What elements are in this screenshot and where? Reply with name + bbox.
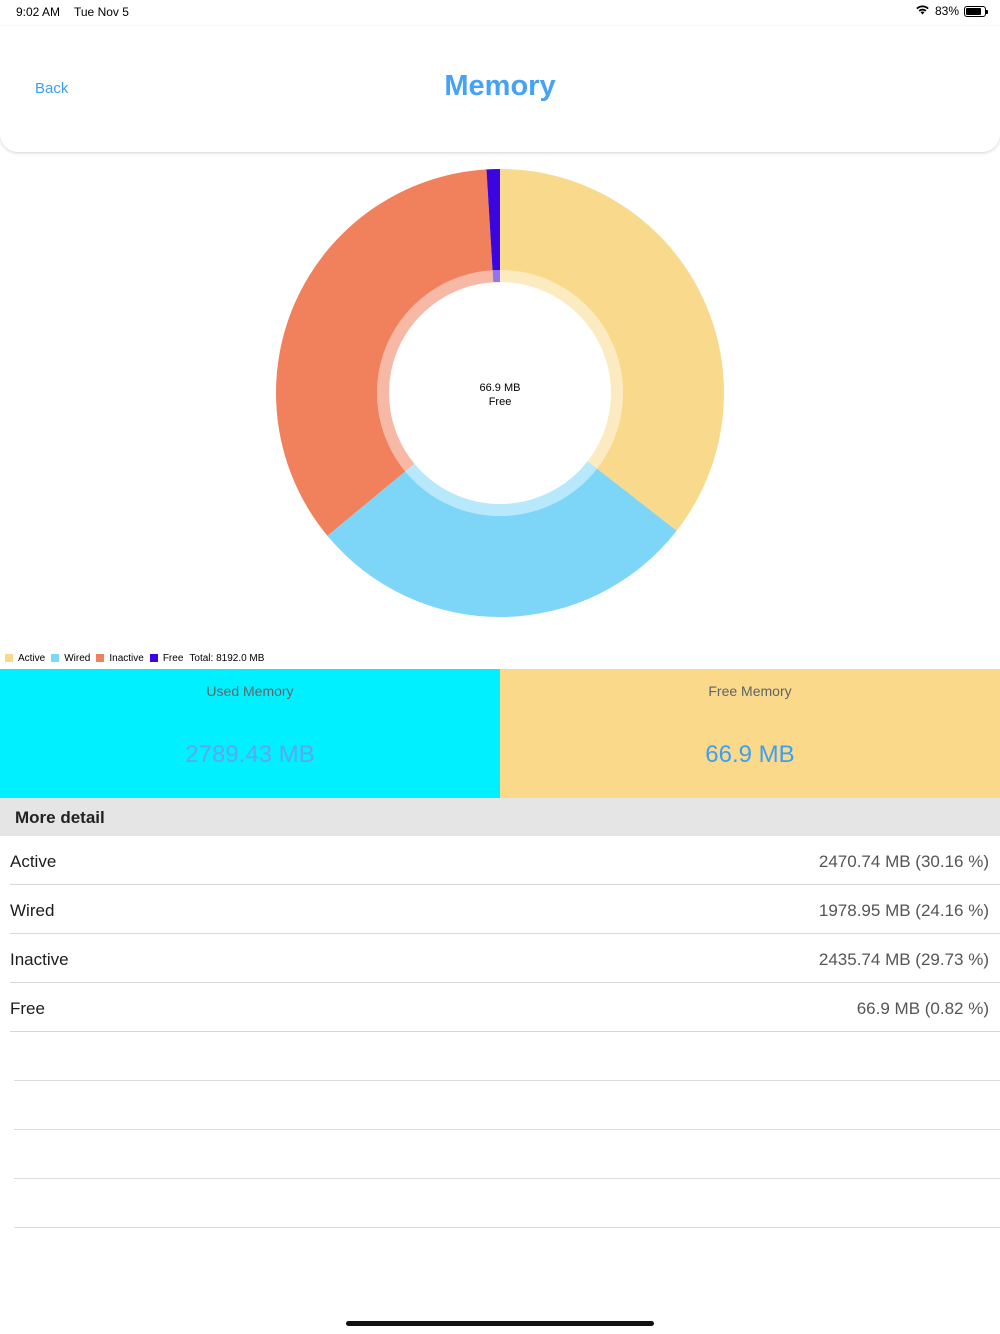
empty-row	[0, 1081, 1000, 1130]
wifi-icon	[915, 4, 930, 18]
legend-label: Free	[162, 652, 184, 664]
detail-row-inactive[interactable]: Inactive 2435.74 MB (29.73 %)	[0, 934, 1000, 983]
section-title: More detail	[15, 808, 105, 827]
legend-swatch	[149, 654, 158, 662]
legend-swatch	[51, 654, 60, 662]
section-header: More detail	[0, 798, 1000, 836]
empty-row	[0, 1130, 1000, 1179]
legend-label: Inactive	[109, 652, 144, 664]
legend-item-free: Free	[149, 652, 184, 664]
legend-label: Wired	[64, 652, 91, 664]
status-indicators: 83%	[915, 4, 988, 18]
status-time: 9:02 AM	[16, 5, 61, 19]
battery-percent: 83%	[934, 4, 959, 18]
detail-label: Inactive	[10, 950, 69, 969]
battery-tip	[986, 9, 988, 14]
free-memory-panel: Free Memory 66.9 MB	[500, 669, 1000, 798]
legend-item-wired: Wired	[51, 653, 90, 664]
detail-row-free[interactable]: Free 66.9 MB (0.82 %)	[0, 983, 1000, 1032]
home-indicator	[346, 1321, 654, 1326]
detail-label: Active	[10, 852, 57, 871]
detail-row-active[interactable]: Active 2470.74 MB (30.16 %)	[0, 836, 1000, 885]
status-bar: 9:02 AM Tue Nov 5 83%	[0, 0, 1000, 26]
status-date: Tue Nov 5	[74, 5, 129, 19]
empty-row	[0, 1179, 1000, 1228]
detail-value: 1978.95 MB (24.16 %)	[818, 901, 989, 920]
free-memory-label: Free Memory	[708, 683, 792, 699]
battery-icon	[964, 5, 988, 17]
detail-list: Active 2470.74 MB (30.16 %) Wired 1978.9…	[0, 836, 1000, 1228]
legend-swatch	[5, 654, 13, 662]
legend-total: Total: 8192.0 MB	[189, 652, 265, 664]
page-title: Memory	[444, 70, 556, 102]
used-memory-value: 2789.43 MB	[185, 741, 315, 768]
chart-legend: Active Wired Inactive Free Total: 8192.0 MB	[5, 651, 264, 665]
detail-value: 2470.74 MB (30.16 %)	[818, 852, 989, 871]
detail-row-wired[interactable]: Wired 1978.95 MB (24.16 %)	[0, 885, 1000, 934]
used-memory-panel: Used Memory 2789.43 MB	[0, 669, 500, 798]
memory-summary: Used Memory 2789.43 MB Free Memory 66.9 …	[0, 669, 1000, 798]
free-memory-value: 66.9 MB	[705, 741, 795, 768]
legend-swatch	[96, 654, 105, 662]
legend-item-active: Active	[5, 653, 45, 664]
empty-row	[0, 1032, 1000, 1081]
navigation-bar: Back Memory	[0, 26, 1000, 152]
detail-label: Wired	[10, 901, 55, 920]
chart-center-label: Free	[489, 396, 512, 408]
used-memory-label: Used Memory	[206, 683, 294, 699]
chart-center-value: 66.9 MB	[480, 382, 521, 394]
detail-value: 2435.74 MB (29.73 %)	[818, 950, 989, 969]
legend-label: Active	[18, 652, 46, 664]
legend-item-inactive: Inactive	[96, 652, 144, 664]
slice-inner-free	[492, 270, 500, 283]
detail-value: 66.9 MB (0.82 %)	[856, 999, 989, 1018]
detail-label: Free	[10, 999, 45, 1018]
memory-donut-chart: 66.9 MB Free	[276, 169, 725, 617]
battery-fill	[966, 7, 981, 15]
